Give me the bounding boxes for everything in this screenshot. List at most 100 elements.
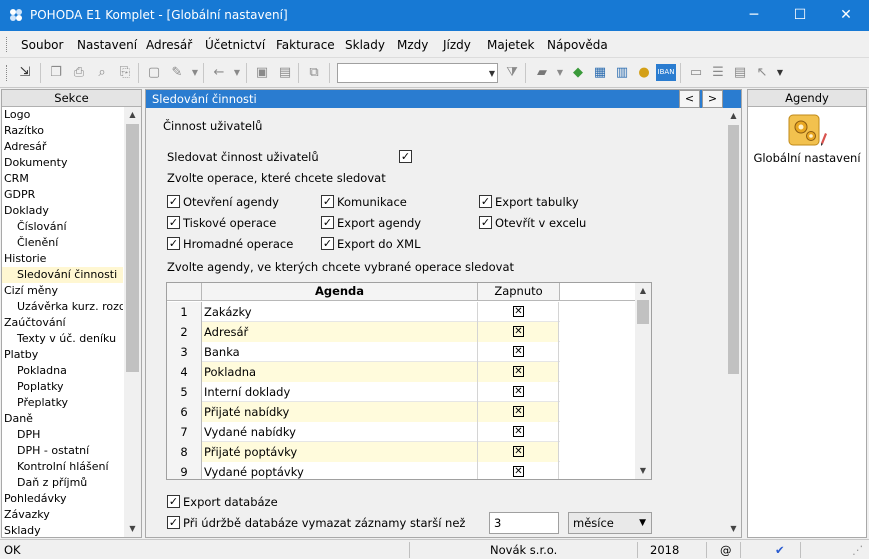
column-header-enabled[interactable]: Zapnuto [478, 283, 560, 301]
scroll-thumb[interactable] [728, 125, 739, 374]
main-scrollbar[interactable]: ▲ ▼ [726, 108, 741, 537]
enabled-checkbox[interactable]: ✕ [513, 326, 524, 337]
op-checkbox[interactable]: ✓ [479, 216, 492, 229]
section-item[interactable]: DPH - ostatní [2, 443, 123, 459]
agenda-cell[interactable]: Banka [202, 342, 478, 362]
chevron-down-icon[interactable]: ▼ [771, 64, 789, 81]
table-row[interactable]: 2 Adresář ✕ [167, 322, 560, 342]
save-as-icon[interactable]: ▤ [276, 64, 294, 81]
scroll-down-icon[interactable]: ▼ [635, 463, 651, 479]
table-row[interactable]: 9 Vydané poptávky ✕ [167, 462, 560, 479]
table-row[interactable]: 6 Přijaté nabídky ✕ [167, 402, 560, 422]
enabled-checkbox[interactable]: ✕ [513, 406, 524, 417]
toolbar-combo[interactable]: ▼ [337, 63, 498, 83]
coins-icon[interactable]: ● [635, 64, 653, 81]
enabled-checkbox[interactable]: ✕ [513, 466, 524, 477]
exit-icon[interactable]: ⇲ [16, 64, 34, 81]
section-item[interactable]: Sledování činnosti [2, 267, 123, 283]
agenda-cell[interactable]: Zakázky [202, 302, 478, 322]
agenda-cell[interactable]: Pokladna [202, 362, 478, 382]
print-setup-icon[interactable]: ⎘ [116, 64, 134, 81]
enabled-checkbox[interactable]: ✕ [513, 346, 524, 357]
section-item[interactable]: Poplatky [2, 379, 123, 395]
edit-record-icon[interactable]: ✎ [168, 64, 186, 81]
scroll-thumb[interactable] [637, 300, 649, 324]
print-icon[interactable]: ⎙ [70, 64, 88, 81]
enabled-checkbox[interactable]: ✕ [513, 306, 524, 317]
table-row[interactable]: 5 Interní doklady ✕ [167, 382, 560, 402]
section-item[interactable]: Sklady [2, 523, 123, 539]
scroll-up-icon[interactable]: ▲ [124, 107, 141, 123]
enabled-checkbox[interactable]: ✕ [513, 446, 524, 457]
table-row[interactable]: 1 Zakázky ✕ [167, 302, 560, 322]
op-checkbox[interactable]: ✓ [167, 195, 180, 208]
op-checkbox[interactable]: ✓ [321, 216, 334, 229]
section-item[interactable]: Adresář [2, 139, 123, 155]
scroll-up-icon[interactable]: ▲ [635, 283, 651, 299]
section-item[interactable]: Pohledávky [2, 491, 123, 507]
op-checkbox[interactable]: ✓ [167, 237, 180, 250]
back-icon[interactable]: ← [210, 64, 228, 81]
chevron-down-icon[interactable]: ▼ [551, 64, 569, 81]
section-item[interactable]: Texty v úč. deníku [2, 331, 123, 347]
new-record-icon[interactable]: ▢ [145, 64, 163, 81]
maintenance-checkbox[interactable]: ✓ [167, 516, 180, 529]
agenda-cell[interactable]: Interní doklady [202, 382, 478, 402]
menu-jizdy[interactable]: Jízdy [443, 38, 471, 52]
retention-value-input[interactable]: 3 [489, 512, 559, 534]
filter-icon[interactable]: ⧩ [503, 64, 521, 81]
section-item[interactable]: Historie [2, 251, 123, 267]
agenda-cell[interactable]: Adresář [202, 322, 478, 342]
menu-majetek[interactable]: Majetek [487, 38, 534, 52]
section-item[interactable]: Členění [2, 235, 123, 251]
track-activity-checkbox[interactable]: ✓ [399, 150, 412, 163]
section-item[interactable]: Doklady [2, 203, 123, 219]
agenda-cell[interactable]: Přijaté nabídky [202, 402, 478, 422]
scroll-thumb[interactable] [126, 124, 139, 372]
section-item[interactable]: Cizí měny [2, 283, 123, 299]
section-item[interactable]: Razítko [2, 123, 123, 139]
section-item[interactable]: Uzávěrka kurz. rozdílů [2, 299, 123, 315]
agenda-cell[interactable]: Vydané poptávky [202, 462, 478, 479]
calculator-icon[interactable]: ▦ [591, 64, 609, 81]
table-row[interactable]: 4 Pokladna ✕ [167, 362, 560, 382]
table-row[interactable]: 7 Vydané nabídky ✕ [167, 422, 560, 442]
section-item[interactable]: DPH [2, 427, 123, 443]
section-item[interactable]: Zaúčtování [2, 315, 123, 331]
scroll-down-icon[interactable]: ▼ [124, 521, 141, 537]
preview-icon[interactable]: ⌕ [93, 64, 111, 81]
section-item[interactable]: Dokumenty [2, 155, 123, 171]
menu-napoveda[interactable]: Nápověda [547, 38, 608, 52]
chevron-down-icon[interactable]: ▼ [186, 64, 204, 81]
resize-grip-icon[interactable]: ⋰ [852, 543, 864, 557]
section-item[interactable]: Platby [2, 347, 123, 363]
section-item[interactable]: GDPR [2, 187, 123, 203]
scroll-up-icon[interactable]: ▲ [726, 108, 741, 124]
sections-scrollbar[interactable]: ▲ ▼ [124, 107, 141, 537]
form-icon[interactable]: ▤ [731, 64, 749, 81]
menu-ucetnictvi[interactable]: Účetnictví [205, 38, 265, 52]
agenda-cell[interactable]: Přijaté poptávky [202, 442, 478, 462]
section-item[interactable]: Číslování [2, 219, 123, 235]
section-item[interactable]: Daň z příjmů [2, 475, 123, 491]
section-item[interactable]: CRM [2, 171, 123, 187]
section-item[interactable]: Kontrolní hlášení [2, 459, 123, 475]
global-settings-label[interactable]: Globální nastavení [748, 151, 866, 165]
folder-icon[interactable]: ▰ [533, 64, 551, 81]
table-row[interactable]: 8 Přijaté poptávky ✕ [167, 442, 560, 462]
menu-sklady[interactable]: Sklady [345, 38, 385, 52]
calc-grid-icon[interactable]: ▥ [613, 64, 631, 81]
save-icon[interactable]: ▣ [253, 64, 271, 81]
message-icon[interactable]: ▭ [687, 64, 705, 81]
grid-scrollbar[interactable]: ▲ ▼ [635, 283, 651, 479]
section-item[interactable]: Logo [2, 107, 123, 123]
section-item[interactable]: Závazky [2, 507, 123, 523]
chevron-down-icon[interactable]: ▼ [228, 64, 246, 81]
close-button[interactable]: ✕ [823, 0, 869, 31]
duplicate-icon[interactable]: ⧉ [305, 64, 323, 81]
op-checkbox[interactable]: ✓ [479, 195, 492, 208]
prev-section-button[interactable]: < [679, 90, 700, 108]
next-section-button[interactable]: > [702, 90, 723, 108]
menu-nastaveni[interactable]: Nastavení [77, 38, 137, 52]
enabled-checkbox[interactable]: ✕ [513, 386, 524, 397]
